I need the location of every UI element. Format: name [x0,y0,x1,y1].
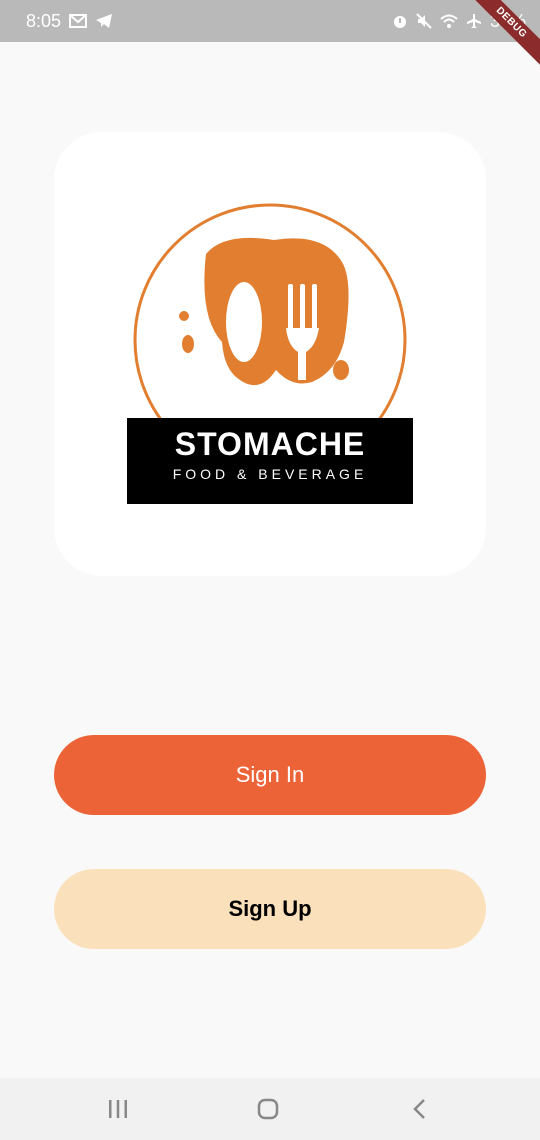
alarm-icon [392,13,408,29]
home-icon[interactable] [253,1094,283,1124]
telegram-icon [95,13,113,29]
drop-2 [182,335,194,353]
status-time: 8:05 [26,10,62,31]
drop-3 [333,360,349,380]
fork-tine-3 [312,284,317,330]
logo-mark [133,203,407,477]
recent-apps-icon[interactable] [103,1094,133,1124]
mute-icon [416,13,432,29]
airplane-icon [466,13,482,29]
logo-subtitle: FOOD & BEVERAGE [172,466,368,482]
sign-up-button[interactable]: Sign Up [54,869,486,949]
logo-title: STOMACHE [174,426,366,462]
logo-card: STOMACHE FOOD & BEVERAGE [54,132,486,576]
spoon-cutout [226,282,262,362]
status-left: 8:05 [26,11,113,32]
status-bar: 8:05 30% [0,0,540,42]
logo-blob [204,237,349,386]
system-nav-bar [0,1078,540,1140]
wifi-icon [440,14,458,28]
logo-banner: STOMACHE FOOD & BEVERAGE [127,418,413,504]
mail-icon [69,14,88,28]
fork-tine-2 [300,284,305,330]
back-icon[interactable] [405,1094,435,1124]
drop-1 [179,311,189,321]
fork-tine-1 [288,284,293,330]
sign-in-button[interactable]: Sign In [54,735,486,815]
